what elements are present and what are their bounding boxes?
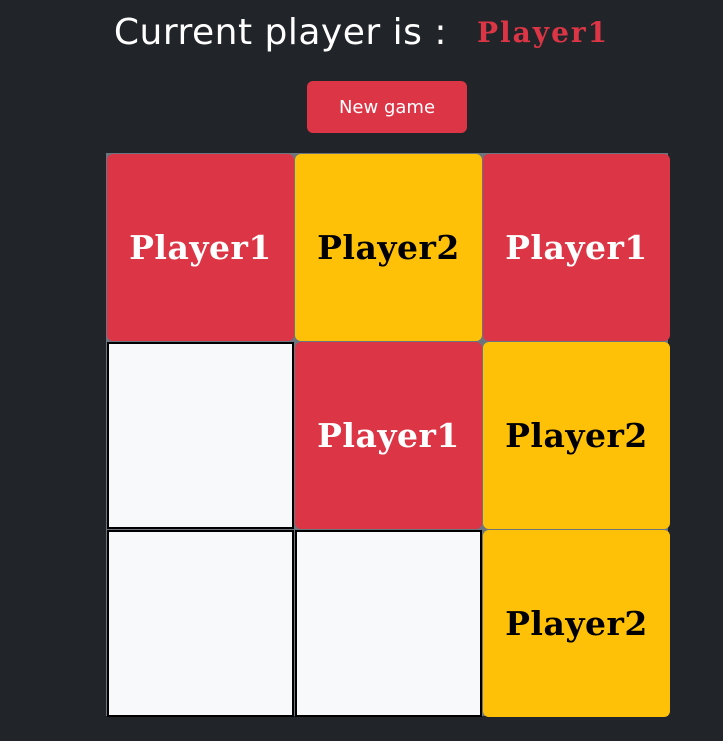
board-cell-2-2[interactable]: Player1 — [295, 342, 482, 529]
board-cell-3-3[interactable]: Player2 — [483, 530, 670, 717]
board-cell-3-2[interactable] — [295, 530, 482, 717]
board-cell-3-1[interactable] — [107, 530, 294, 717]
status-header: Current player is : Player1 — [0, 8, 723, 56]
current-player-name: Player1 — [476, 15, 610, 49]
board-cell-2-3[interactable]: Player2 — [483, 342, 670, 529]
current-player-label: Current player is : — [113, 11, 447, 53]
board-cell-1-3[interactable]: Player1 — [483, 154, 670, 341]
board-cell-2-1[interactable] — [107, 342, 294, 529]
game-board: Player1 Player2 Player1 Player1 Player2 … — [106, 153, 670, 717]
board-cell-1-2[interactable]: Player2 — [295, 154, 482, 341]
new-game-button[interactable]: New game — [307, 81, 467, 133]
board-cell-1-1[interactable]: Player1 — [107, 154, 294, 341]
